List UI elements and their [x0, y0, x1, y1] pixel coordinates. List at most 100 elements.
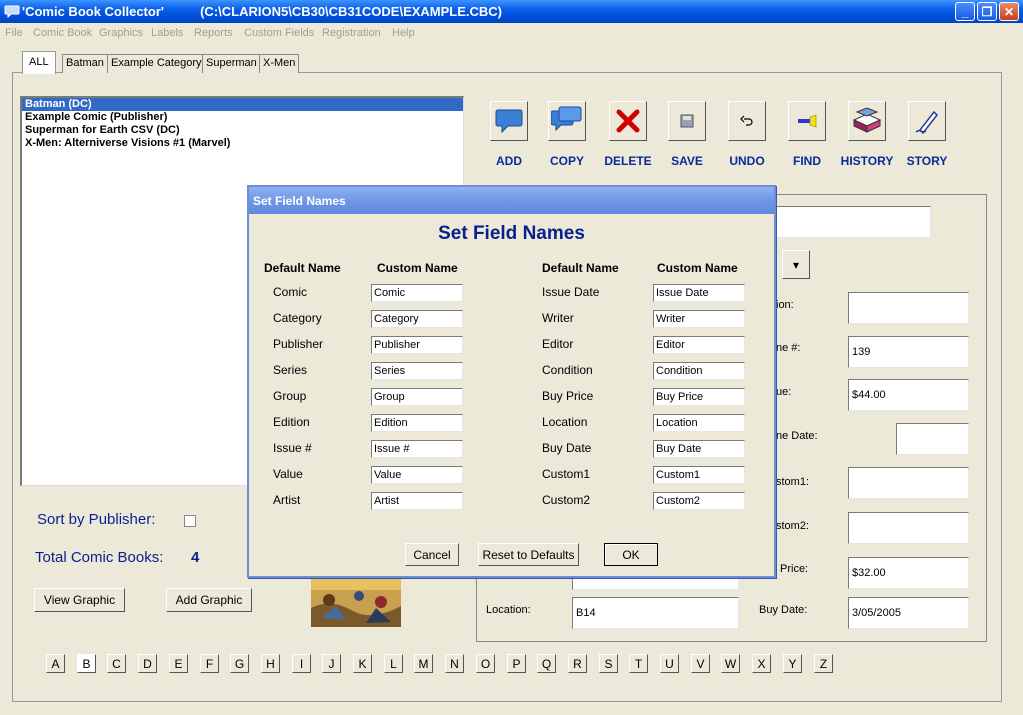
menu-file[interactable]: File — [5, 27, 23, 39]
speech-bubble-icon — [494, 106, 524, 136]
issue-date-field[interactable] — [896, 423, 969, 455]
letter-button-n[interactable]: N — [445, 654, 464, 673]
menu-graphics[interactable]: Graphics — [99, 27, 143, 39]
list-item[interactable]: Example Comic (Publisher) — [22, 111, 463, 124]
menu-labels[interactable]: Labels — [151, 27, 183, 39]
copy-button[interactable] — [548, 101, 586, 141]
close-button[interactable]: ✕ — [999, 2, 1019, 21]
add-graphic-button[interactable]: Add Graphic — [166, 588, 252, 612]
letter-button-o[interactable]: O — [476, 654, 495, 673]
letter-button-a[interactable]: A — [46, 654, 65, 673]
custom2-label: stom2: — [776, 520, 809, 532]
letter-button-c[interactable]: C — [107, 654, 126, 673]
dialog-title-bar[interactable]: Set Field Names — [249, 187, 774, 214]
condition-label: ion: — [776, 299, 794, 311]
ok-button[interactable]: OK — [604, 543, 658, 566]
letter-button-i[interactable]: I — [292, 654, 311, 673]
left-custom-name-input[interactable]: Artist — [371, 492, 463, 510]
left-custom-name-input[interactable]: Issue # — [371, 440, 463, 458]
history-button[interactable] — [848, 101, 886, 141]
story-button[interactable] — [908, 101, 946, 141]
buy-price-field[interactable]: $32.00 — [848, 557, 969, 589]
left-custom-name-input[interactable]: Category — [371, 310, 463, 328]
menu-custom-fields[interactable]: Custom Fields — [244, 27, 314, 39]
letter-button-p[interactable]: P — [507, 654, 526, 673]
left-default-name-label: Edition — [273, 415, 310, 429]
title-bar: 'Comic Book Collector' (C:\CLARION5\CB30… — [0, 0, 1023, 23]
letter-button-s[interactable]: S — [599, 654, 618, 673]
right-custom-name-input[interactable]: Writer — [653, 310, 745, 328]
right-custom-name-input[interactable]: Condition — [653, 362, 745, 380]
menu-comic-book[interactable]: Comic Book — [33, 27, 92, 39]
letter-button-u[interactable]: U — [660, 654, 679, 673]
custom2-field[interactable] — [848, 512, 969, 544]
left-custom-name-input[interactable]: Series — [371, 362, 463, 380]
letter-button-t[interactable]: T — [629, 654, 648, 673]
dropdown-button[interactable]: ▾ — [782, 250, 810, 279]
add-button[interactable] — [490, 101, 528, 141]
letter-button-x[interactable]: X — [752, 654, 771, 673]
view-graphic-button[interactable]: View Graphic — [34, 588, 125, 612]
right-custom-name-input[interactable]: Issue Date — [653, 284, 745, 302]
right-custom-name-input[interactable]: Custom2 — [653, 492, 745, 510]
delete-button[interactable] — [609, 101, 647, 141]
flashlight-icon — [796, 113, 818, 129]
letter-button-w[interactable]: W — [721, 654, 740, 673]
maximize-button[interactable]: ❐ — [977, 2, 997, 21]
letter-button-r[interactable]: R — [568, 654, 587, 673]
letter-button-m[interactable]: M — [414, 654, 433, 673]
letter-button-e[interactable]: E — [169, 654, 188, 673]
tab-superman[interactable]: Superman — [202, 54, 261, 73]
right-custom-name-input[interactable]: Editor — [653, 336, 745, 354]
letter-button-b[interactable]: B — [77, 654, 96, 673]
letter-button-k[interactable]: K — [353, 654, 372, 673]
left-custom-name-input[interactable]: Edition — [371, 414, 463, 432]
issue-number-field[interactable]: 139 — [848, 336, 969, 368]
right-default-name-label: Location — [542, 415, 587, 429]
save-button[interactable] — [668, 101, 706, 141]
letter-button-f[interactable]: F — [200, 654, 219, 673]
letter-button-g[interactable]: G — [230, 654, 249, 673]
right-custom-name-input[interactable]: Buy Price — [653, 388, 745, 406]
sort-by-publisher-checkbox[interactable] — [184, 515, 196, 527]
letter-button-q[interactable]: Q — [537, 654, 556, 673]
list-item[interactable]: Batman (DC) — [22, 98, 463, 111]
letter-button-y[interactable]: Y — [783, 654, 802, 673]
letter-button-v[interactable]: V — [691, 654, 710, 673]
cancel-button[interactable]: Cancel — [405, 543, 459, 566]
comic-title-field[interactable] — [776, 206, 931, 238]
tab-example-category[interactable]: Example Category — [107, 54, 206, 73]
right-custom-name-input[interactable]: Buy Date — [653, 440, 745, 458]
find-button[interactable] — [788, 101, 826, 141]
buy-date-field[interactable]: 3/05/2005 — [848, 597, 969, 629]
right-custom-name-input[interactable]: Location — [653, 414, 745, 432]
artist-field[interactable] — [572, 578, 739, 590]
letter-button-l[interactable]: L — [384, 654, 403, 673]
tab-batman[interactable]: Batman — [62, 54, 108, 73]
minimize-button[interactable]: _ — [955, 2, 975, 21]
letter-button-z[interactable]: Z — [814, 654, 833, 673]
custom1-field[interactable] — [848, 467, 969, 499]
menu-help[interactable]: Help — [392, 27, 415, 39]
left-custom-name-input[interactable]: Comic — [371, 284, 463, 302]
left-custom-name-input[interactable]: Value — [371, 466, 463, 484]
undo-button[interactable] — [728, 101, 766, 141]
value-field[interactable]: $44.00 — [848, 379, 969, 411]
tab-all[interactable]: ALL — [22, 51, 56, 74]
list-item[interactable]: X-Men: Alterniverse Visions #1 (Marvel) — [22, 137, 463, 150]
letter-button-d[interactable]: D — [138, 654, 157, 673]
menu-registration[interactable]: Registration — [322, 27, 381, 39]
reset-to-defaults-button[interactable]: Reset to Defaults — [478, 543, 579, 566]
tab-x-men[interactable]: X-Men — [259, 54, 299, 73]
menu-reports[interactable]: Reports — [194, 27, 233, 39]
location-field[interactable]: B14 — [572, 597, 739, 629]
undo-arrow-icon — [739, 113, 755, 129]
left-custom-name-input[interactable]: Group — [371, 388, 463, 406]
letter-button-h[interactable]: H — [261, 654, 280, 673]
left-custom-name-input[interactable]: Publisher — [371, 336, 463, 354]
left-default-name-label: Artist — [273, 493, 300, 507]
condition-field[interactable] — [848, 292, 969, 324]
list-item[interactable]: Superman for Earth CSV (DC) — [22, 124, 463, 137]
right-custom-name-input[interactable]: Custom1 — [653, 466, 745, 484]
letter-button-j[interactable]: J — [322, 654, 341, 673]
